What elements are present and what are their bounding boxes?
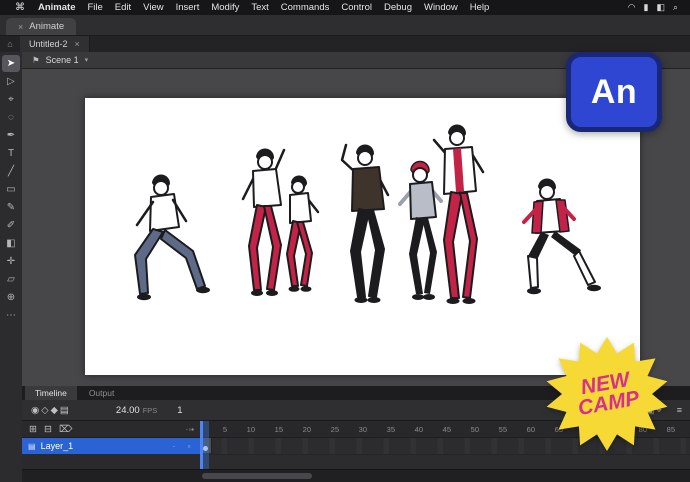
- window-tab-label: Animate: [29, 21, 64, 32]
- layer-name[interactable]: Layer_1: [41, 441, 74, 451]
- menu-items: AnimateFileEditViewInsertModifyTextComma…: [32, 2, 495, 13]
- ruler-frame-10: 10: [228, 425, 256, 434]
- ruler-frame-50: 50: [452, 425, 480, 434]
- window-tab-animate[interactable]: × Animate: [6, 18, 76, 35]
- layer-row-layer-1[interactable]: ▤ Layer_1 · ▫: [22, 438, 200, 454]
- menu-window[interactable]: Window: [418, 2, 464, 13]
- timeline-left-icons: ◉◇◆▤: [30, 405, 70, 416]
- rectangle-tool[interactable]: ▭: [2, 181, 20, 198]
- brush-tool[interactable]: ✐: [2, 217, 20, 234]
- document-tab-untitled-2[interactable]: Untitled-2 ×: [20, 36, 90, 52]
- timeline-horizontal-scrollbar[interactable]: [22, 469, 690, 482]
- ruler-frame-25: 25: [312, 425, 340, 434]
- free-transform-tool[interactable]: ⌖: [2, 91, 20, 108]
- ruler-frame-60: 60: [508, 425, 536, 434]
- show-layers-icon[interactable]: ◉: [30, 405, 40, 416]
- pencil-tool[interactable]: ✎: [2, 199, 20, 216]
- insert-keyframe-icon[interactable]: ◆: [50, 405, 59, 416]
- lasso-tool[interactable]: ◌: [2, 109, 20, 126]
- layer-visibility-toggle[interactable]: ·: [169, 442, 179, 451]
- zoom-tool[interactable]: ⊕: [2, 289, 20, 306]
- menu-view[interactable]: View: [137, 2, 169, 13]
- camp-badge-text: NEW CAMP: [533, 324, 682, 465]
- fps-value: 24.00: [116, 405, 140, 416]
- menu-animate[interactable]: Animate: [32, 2, 81, 13]
- fps-display[interactable]: 24.00 FPS: [116, 405, 157, 416]
- document-tab-bar: ⌂ Untitled-2 ×: [0, 36, 690, 52]
- chevron-down-icon[interactable]: ▾: [85, 56, 89, 64]
- menu-modify[interactable]: Modify: [205, 2, 245, 13]
- current-frame-indicator: 1: [177, 405, 182, 416]
- layer-column-icons: ·◦▪: [186, 424, 194, 434]
- scene-name[interactable]: Scene 1: [46, 55, 79, 65]
- ruler-frame-45: 45: [424, 425, 452, 434]
- wifi-icon[interactable]: ◠: [624, 2, 640, 12]
- layers-header: ⊞ ⊟ ⌦ ·◦▪: [22, 421, 200, 438]
- ruler-frame-20: 20: [284, 425, 312, 434]
- adobe-animate-logo: An: [566, 52, 662, 132]
- animate-app-window: ⌘ AnimateFileEditViewInsertModifyTextCom…: [0, 0, 690, 482]
- scrollbar-thumb[interactable]: [202, 473, 312, 479]
- ruler-frame-40: 40: [396, 425, 424, 434]
- close-icon[interactable]: ×: [18, 22, 23, 32]
- tab-timeline[interactable]: Timeline: [25, 386, 77, 400]
- delete-layer-icon[interactable]: ⌦: [58, 424, 73, 435]
- menu-control[interactable]: Control: [335, 2, 378, 13]
- tab-output[interactable]: Output: [79, 386, 125, 400]
- more-tools[interactable]: ⋯: [2, 307, 20, 324]
- layer-lock-toggle[interactable]: ▫: [184, 442, 194, 451]
- apple-menu-icon[interactable]: ⌘: [8, 2, 32, 13]
- close-icon[interactable]: ×: [75, 39, 80, 49]
- eyedropper-tool[interactable]: ✛: [2, 253, 20, 270]
- line-tool[interactable]: ╱: [2, 163, 20, 180]
- ruler-frame-30: 30: [340, 425, 368, 434]
- menu-commands[interactable]: Commands: [275, 2, 336, 13]
- insert-frame-icon[interactable]: ▤: [59, 405, 70, 416]
- scene-flag-icon: ⚑: [32, 55, 40, 66]
- subselection-tool[interactable]: ▷: [2, 73, 20, 90]
- insert-blank-keyframe-icon[interactable]: ◇: [40, 405, 49, 416]
- menu-edit[interactable]: Edit: [109, 2, 137, 13]
- window-tab-bar: × Animate: [0, 15, 690, 36]
- ruler-frame-55: 55: [480, 425, 508, 434]
- spotlight-icon[interactable]: ⌕: [669, 2, 682, 12]
- paint-bucket-tool[interactable]: ◧: [2, 235, 20, 252]
- menu-help[interactable]: Help: [464, 2, 496, 13]
- tools-panel: ➤▷⌖◌✒T╱▭✎✐◧✛▱⊕⋯: [0, 52, 22, 482]
- layers-panel: ⊞ ⊟ ⌦ ·◦▪ ▤ Layer_1 · ▫: [22, 421, 201, 470]
- menu-insert[interactable]: Insert: [170, 2, 206, 13]
- new-camp-badge: NEW CAMP: [542, 334, 672, 454]
- eraser-tool[interactable]: ▱: [2, 271, 20, 288]
- selection-tool[interactable]: ➤: [2, 55, 20, 72]
- control-center-icon[interactable]: ◧: [652, 2, 669, 12]
- battery-icon[interactable]: ▮: [639, 2, 652, 12]
- document-tab-label: Untitled-2: [29, 39, 68, 49]
- new-layer-icon[interactable]: ⊞: [28, 424, 38, 435]
- fps-unit: FPS: [143, 406, 158, 415]
- menu-text[interactable]: Text: [245, 2, 274, 13]
- new-folder-icon[interactable]: ⊟: [43, 424, 53, 435]
- pen-tool[interactable]: ✒: [2, 127, 20, 144]
- ruler-frame-35: 35: [368, 425, 396, 434]
- layer-type-icon: ▤: [28, 442, 36, 451]
- text-tool[interactable]: T: [2, 145, 20, 162]
- ruler-frame-15: 15: [256, 425, 284, 434]
- menu-debug[interactable]: Debug: [378, 2, 418, 13]
- home-icon[interactable]: ⌂: [0, 39, 20, 49]
- menubar-status-icons: ◠▮◧⌕: [624, 2, 682, 13]
- animate-logo-text: An: [591, 73, 637, 112]
- lock-column-icon[interactable]: ▪: [191, 425, 194, 434]
- menu-file[interactable]: File: [81, 2, 108, 13]
- panel-menu-icon[interactable]: ≡: [677, 405, 682, 415]
- menu-bar: ⌘ AnimateFileEditViewInsertModifyTextCom…: [0, 0, 690, 15]
- playhead[interactable]: [200, 421, 209, 470]
